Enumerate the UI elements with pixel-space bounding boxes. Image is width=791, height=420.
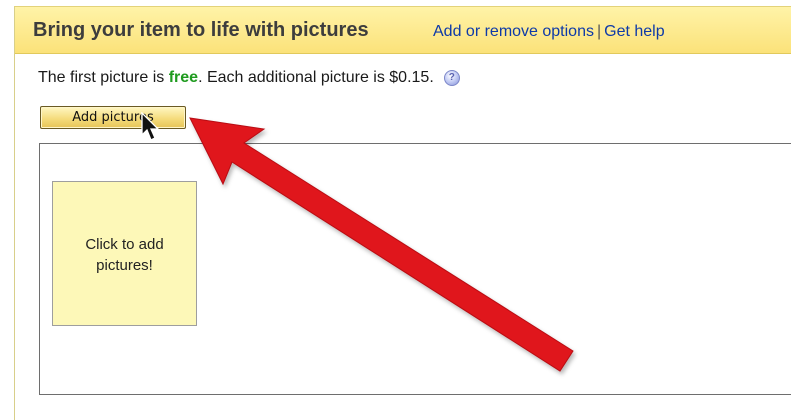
link-separator: |: [596, 23, 602, 40]
pricing-info-prefix: The first picture is: [38, 69, 169, 86]
section-title: Bring your item to life with pictures: [33, 19, 369, 41]
add-remove-options-link[interactable]: Add or remove options: [433, 23, 594, 40]
click-to-add-tile[interactable]: Click to add pictures!: [52, 181, 197, 326]
screenshot-frame: Bring your item to life with pictures Ad…: [0, 0, 791, 420]
help-question-icon[interactable]: ?: [443, 69, 460, 86]
section-header: Bring your item to life with pictures Ad…: [15, 7, 791, 54]
click-to-add-line-2: pictures!: [96, 257, 153, 274]
pricing-info-suffix: . Each additional picture is $0.15.: [198, 69, 434, 86]
pricing-info: The first picture is free. Each addition…: [38, 69, 460, 87]
free-highlight: free: [168, 69, 199, 86]
header-links: Add or remove options | Get help: [433, 23, 665, 41]
click-to-add-line-1: Click to add: [85, 236, 164, 253]
get-help-link[interactable]: Get help: [604, 23, 664, 40]
click-to-add-text: Click to add pictures!: [53, 234, 196, 276]
add-pictures-button[interactable]: Add pictures: [40, 106, 186, 129]
